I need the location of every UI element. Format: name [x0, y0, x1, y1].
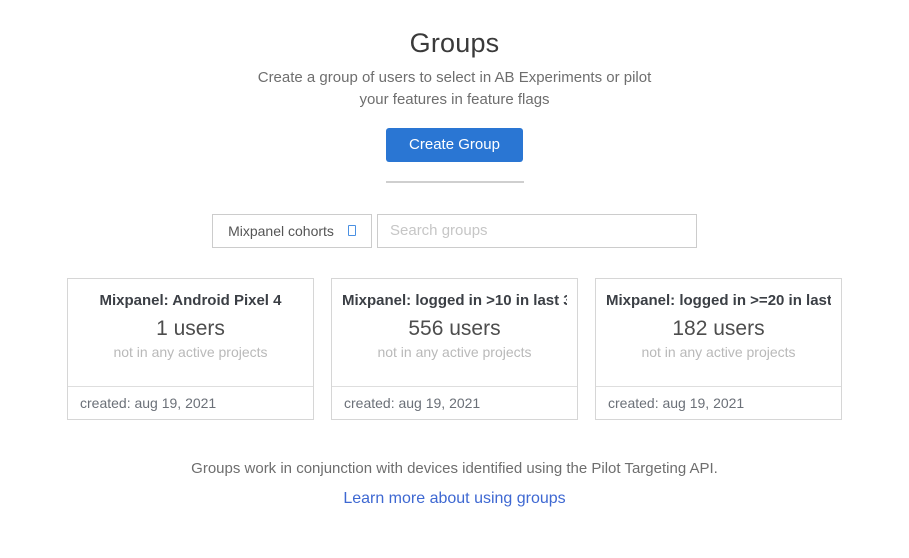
create-group-button[interactable]: Create Group [386, 128, 523, 162]
footer-note: Groups work in conjunction with devices … [0, 460, 909, 477]
group-card-body: Mixpanel: logged in >10 in last 30 ... 5… [332, 279, 577, 386]
group-title: Mixpanel: logged in >10 in last 30 ... [342, 292, 567, 309]
header-divider [386, 181, 524, 183]
page-subtitle: Create a group of users to select in AB … [255, 67, 655, 111]
page-footer: Groups work in conjunction with devices … [0, 460, 909, 508]
group-created-date: created: aug 19, 2021 [596, 386, 841, 419]
group-cards-row: Mixpanel: Android Pixel 4 1 users not in… [0, 278, 909, 420]
group-card[interactable]: Mixpanel: logged in >=20 in last 30... 1… [595, 278, 842, 420]
group-title: Mixpanel: logged in >=20 in last 30... [606, 292, 831, 309]
group-status: not in any active projects [606, 344, 831, 360]
group-status: not in any active projects [342, 344, 567, 360]
group-created-date: created: aug 19, 2021 [332, 386, 577, 419]
group-card[interactable]: Mixpanel: Android Pixel 4 1 users not in… [67, 278, 314, 420]
learn-more-link[interactable]: Learn more about using groups [343, 490, 565, 508]
page-header: Groups Create a group of users to select… [0, 28, 909, 183]
group-card-body: Mixpanel: logged in >=20 in last 30... 1… [596, 279, 841, 386]
groups-page: Groups Create a group of users to select… [0, 0, 909, 558]
group-status: not in any active projects [78, 344, 303, 360]
dropdown-indicator-icon [348, 225, 356, 236]
cohort-source-dropdown[interactable]: Mixpanel cohorts [212, 214, 372, 248]
filter-row: Mixpanel cohorts [0, 214, 909, 248]
group-card-body: Mixpanel: Android Pixel 4 1 users not in… [68, 279, 313, 386]
group-title: Mixpanel: Android Pixel 4 [78, 292, 303, 309]
cohort-dropdown-value: Mixpanel cohorts [228, 223, 334, 239]
page-title: Groups [0, 28, 909, 59]
group-user-count: 1 users [78, 317, 303, 341]
group-user-count: 556 users [342, 317, 567, 341]
group-user-count: 182 users [606, 317, 831, 341]
group-created-date: created: aug 19, 2021 [68, 386, 313, 419]
group-card[interactable]: Mixpanel: logged in >10 in last 30 ... 5… [331, 278, 578, 420]
search-groups-input[interactable] [377, 214, 697, 248]
